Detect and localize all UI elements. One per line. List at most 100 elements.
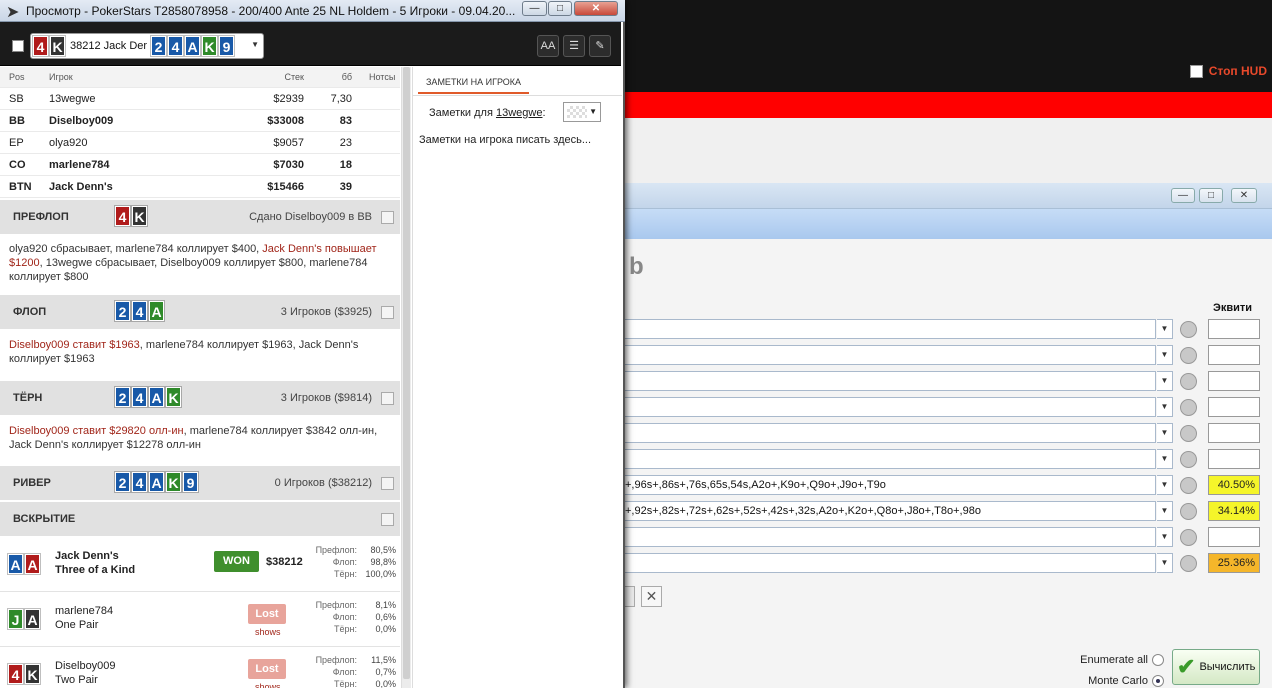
equity-minimize-button[interactable]: —	[1171, 188, 1195, 203]
vertical-scrollbar[interactable]	[401, 67, 411, 688]
range-input[interactable]: +,92s+,82s+,72s+,62s+,52s+,42s+,32s,A2o+…	[621, 501, 1156, 521]
players-table-body: SB 13wegwe $2939 7,30 BB Diselboy009 $33008 83 E…	[0, 88, 400, 198]
range-picker-button[interactable]	[1180, 399, 1197, 416]
range-input[interactable]	[621, 397, 1156, 417]
street-checkbox[interactable]	[381, 306, 394, 319]
equity-result	[1208, 371, 1260, 391]
equity-value: 0,6%	[375, 612, 396, 622]
chevron-down-icon[interactable]: ▼	[1157, 449, 1173, 469]
player-row[interactable]: CO marlene784 $7030 18	[0, 154, 400, 176]
range-input[interactable]	[621, 449, 1156, 469]
chevron-down-icon[interactable]: ▼	[1157, 423, 1173, 443]
list-icon[interactable]: ☰	[563, 35, 585, 57]
player-bb: 23	[339, 137, 352, 149]
street-checkbox[interactable]	[381, 477, 394, 490]
shows-label: shows	[255, 682, 281, 688]
monte-carlo-radio[interactable]	[1152, 675, 1164, 687]
player-bb: 39	[339, 181, 352, 193]
range-picker-button[interactable]	[1180, 321, 1197, 338]
equity-clear-button[interactable]: ✕	[641, 586, 662, 607]
equity-close-button[interactable]: ✕	[1231, 188, 1257, 203]
enumerate-all-label: Enumerate all	[1080, 654, 1148, 666]
equity-maximize-button[interactable]: □	[1199, 188, 1223, 203]
close-button[interactable]: ✕	[574, 1, 618, 16]
chevron-down-icon[interactable]: ▼	[1157, 397, 1173, 417]
street-name: РИВЕР	[13, 477, 51, 489]
range-picker-button[interactable]	[1180, 555, 1197, 572]
card: K	[166, 387, 181, 407]
street-name: ПРЕФЛОП	[13, 211, 69, 223]
enumerate-all-option[interactable]: Enumerate all	[1080, 654, 1164, 666]
stop-hud-checkbox[interactable]	[1189, 64, 1203, 78]
chevron-down-icon[interactable]: ▼	[1157, 371, 1173, 391]
street-checkbox[interactable]	[381, 211, 394, 224]
tab-player-notes[interactable]: ЗАМЕТКИ НА ИГРОКА	[418, 70, 530, 94]
monte-carlo-option[interactable]: Monte Carlo	[1088, 675, 1164, 687]
chevron-down-icon[interactable]: ▼	[1157, 553, 1173, 573]
maximize-button[interactable]: □	[548, 1, 572, 16]
chevron-down-icon[interactable]: ▼	[1157, 475, 1173, 495]
range-input[interactable]	[621, 371, 1156, 391]
hand-checkbox[interactable]	[12, 40, 24, 52]
player-name: olya920	[49, 137, 88, 149]
range-input[interactable]	[621, 553, 1156, 573]
chevron-down-icon[interactable]: ▼	[1157, 501, 1173, 521]
chevron-down-icon[interactable]: ▼	[1157, 319, 1173, 339]
street-checkbox[interactable]	[381, 513, 394, 526]
range-picker-button[interactable]	[1180, 373, 1197, 390]
range-input[interactable]	[621, 527, 1156, 547]
player-row[interactable]: SB 13wegwe $2939 7,30	[0, 88, 400, 110]
hero-cards: 4K	[33, 36, 65, 56]
card: 2	[151, 36, 167, 56]
player-row[interactable]: EP olya920 $9057 23	[0, 132, 400, 154]
chevron-down-icon[interactable]: ▼	[1157, 345, 1173, 365]
stop-hud-label: Стоп HUD	[1208, 64, 1267, 78]
street-cards: 24A	[115, 301, 164, 321]
street-checkbox[interactable]	[381, 392, 394, 405]
pencil-icon[interactable]: ✎	[589, 35, 611, 57]
card: 4	[168, 36, 184, 56]
scrollbar-thumb[interactable]	[403, 67, 410, 679]
enumerate-all-radio[interactable]	[1152, 654, 1164, 666]
range-picker-button[interactable]	[1180, 425, 1197, 442]
hand-selector-dropdown[interactable]: 4K 38212 Jack Der 24AK9 ▼	[30, 33, 264, 59]
chevron-down-icon[interactable]: ▼	[1157, 527, 1173, 547]
stop-hud-toggle[interactable]: Стоп HUD	[1189, 64, 1267, 78]
player-row[interactable]: BB Diselboy009 $33008 83	[0, 110, 400, 132]
notes-textarea[interactable]: Заметки на игрока писать здесь...	[419, 134, 591, 146]
action-text-highlight: Diselboy009 ставит $1963	[9, 339, 140, 351]
note-color-dropdown[interactable]: ▼	[563, 102, 601, 122]
notes-player-link[interactable]: 13wegwe	[496, 107, 542, 119]
equity-value: 0,7%	[375, 667, 396, 677]
range-picker-button[interactable]	[1180, 347, 1197, 364]
range-input[interactable]	[621, 345, 1156, 365]
street-info: 3 Игроков ($3925)	[280, 306, 372, 318]
equity-titlebar: — □ ✕	[621, 183, 1272, 209]
card: K	[50, 36, 65, 56]
player-stack: $15466	[267, 181, 304, 193]
card: 4	[115, 206, 130, 226]
player-row[interactable]: BTN Jack Denn's $15466 39	[0, 176, 400, 198]
player-pos: EP	[9, 137, 24, 149]
player-bb: 83	[339, 115, 352, 127]
range-picker-button[interactable]	[1180, 503, 1197, 520]
street-info: 3 Игроков ($9814)	[280, 392, 372, 404]
result-hand: Three of a Kind	[55, 564, 136, 576]
card: A	[149, 472, 164, 492]
minimize-button[interactable]: —	[522, 1, 547, 16]
range-picker-button[interactable]	[1180, 529, 1197, 546]
equity-label: Флоп:	[332, 612, 357, 622]
player-name: 13wegwe	[49, 93, 96, 105]
player-pos: BTN	[9, 181, 32, 193]
font-size-button[interactable]: AA	[537, 35, 559, 57]
range-picker-button[interactable]	[1180, 451, 1197, 468]
range-input[interactable]: +,96s+,86s+,76s,65s,54s,A2o+,K9o+,Q9o+,J…	[621, 475, 1156, 495]
range-input[interactable]	[621, 423, 1156, 443]
header-stack: Стек	[284, 72, 304, 82]
flop-actions: Diselboy009 ставит $1963, marlene784 кол…	[9, 338, 394, 366]
bg-grey-panel	[620, 118, 1272, 188]
range-picker-button[interactable]	[1180, 477, 1197, 494]
street-showdown: ВСКРЫТИЕ	[0, 502, 400, 536]
calculate-button[interactable]: ✔ Вычислить	[1172, 649, 1260, 685]
range-input[interactable]	[621, 319, 1156, 339]
